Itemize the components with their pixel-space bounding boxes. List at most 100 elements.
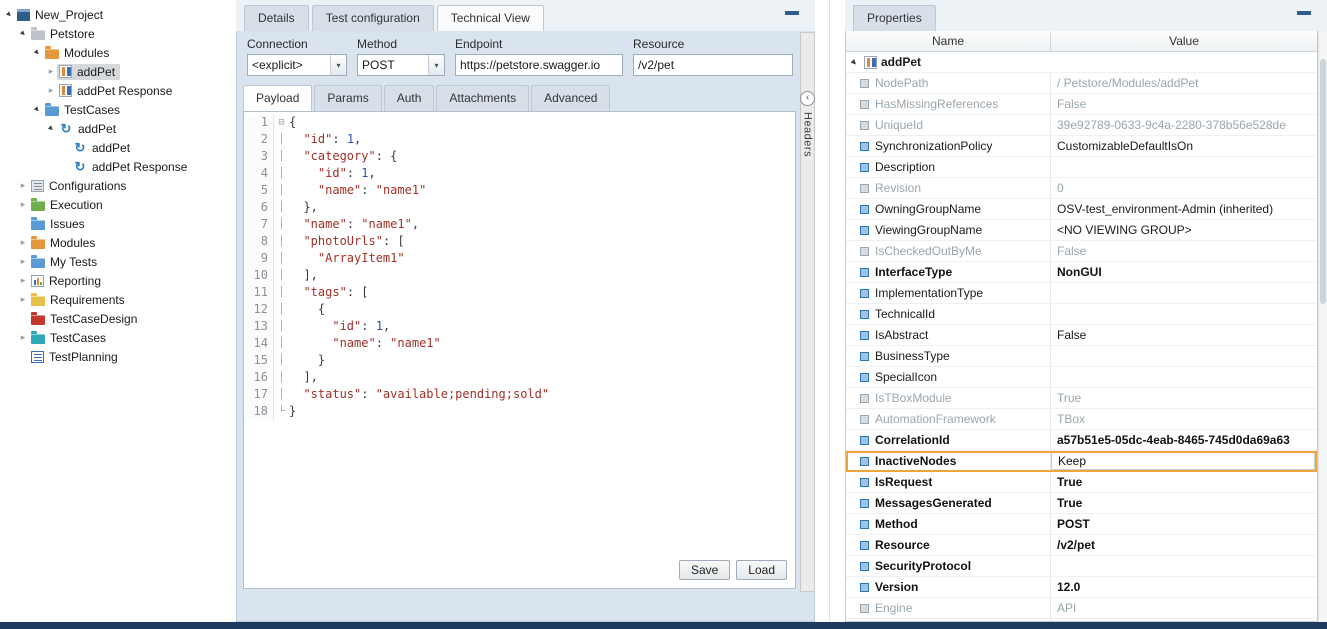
property-row-isabstract[interactable]: IsAbstractFalse	[846, 325, 1317, 346]
fold-collapse-icon[interactable]: ⊟	[274, 114, 289, 131]
tree-item-content[interactable]: TestCases	[29, 330, 111, 346]
tree-item-content[interactable]: Execution	[29, 197, 108, 213]
expander-collapsed-icon[interactable]	[45, 81, 57, 100]
property-value-cell[interactable]	[1051, 346, 1317, 366]
dropdown-arrow-icon[interactable]: ▾	[330, 55, 346, 75]
property-value-cell[interactable]: POST	[1051, 514, 1317, 534]
tree-item-content[interactable]: My Tests	[29, 254, 102, 270]
property-row-owninggroupname[interactable]: OwningGroupNameOSV-test_environment-Admi…	[846, 199, 1317, 220]
property-row-viewinggroupname[interactable]: ViewingGroupName<NO VIEWING GROUP>	[846, 220, 1317, 241]
subtab-attachments[interactable]: Attachments	[436, 85, 529, 111]
tree-item-my-tests[interactable]: My Tests	[0, 252, 228, 271]
tab-test-configuration[interactable]: Test configuration	[312, 5, 434, 31]
property-row-correlationid[interactable]: CorrelationIda57b51e5-05dc-4eab-8465-745…	[846, 430, 1317, 451]
tree-item-testplanning[interactable]: TestPlanning	[0, 347, 228, 366]
property-value-cell[interactable]: / Petstore/Modules/addPet	[1051, 73, 1317, 93]
column-header-name[interactable]: Name	[846, 31, 1051, 51]
subtab-auth[interactable]: Auth	[384, 85, 435, 111]
property-value-cell[interactable]	[1051, 367, 1317, 387]
tree-item-content[interactable]: TestCaseDesign	[29, 311, 142, 327]
property-row-implementationtype[interactable]: ImplementationType	[846, 283, 1317, 304]
tab-properties[interactable]: Properties	[853, 5, 936, 31]
property-row-businesstype[interactable]: BusinessType	[846, 346, 1317, 367]
property-value-cell[interactable]: 0	[1051, 178, 1317, 198]
property-value-cell[interactable]	[1051, 556, 1317, 576]
expander-collapsed-icon[interactable]	[17, 233, 29, 252]
tree-item-addpet[interactable]: addPet	[0, 62, 228, 81]
property-row-revision[interactable]: Revision0	[846, 178, 1317, 199]
tree-item-modules[interactable]: Modules	[0, 43, 228, 62]
tree-item-content[interactable]: Reporting	[29, 273, 106, 289]
property-value-cell[interactable]	[1051, 304, 1317, 324]
property-value-cell[interactable]: True	[1051, 472, 1317, 492]
tree-item-content[interactable]: Requirements	[29, 292, 130, 308]
load-button[interactable]: Load	[736, 560, 787, 580]
tree-item-content[interactable]: Modules	[29, 235, 100, 251]
expander-expanded-icon[interactable]	[848, 53, 860, 72]
property-value-cell[interactable]: False	[1051, 94, 1317, 114]
property-row-securityprotocol[interactable]: SecurityProtocol	[846, 556, 1317, 577]
property-row-specialicon[interactable]: SpecialIcon	[846, 367, 1317, 388]
expander-collapsed-icon[interactable]	[17, 252, 29, 271]
headers-side-tab[interactable]: ‹ Headers	[800, 32, 815, 592]
tree-item-execution[interactable]: Execution	[0, 195, 228, 214]
expander-collapsed-icon[interactable]	[45, 62, 57, 81]
property-value-cell[interactable]	[1051, 157, 1317, 177]
tree-item-content[interactable]: Modules	[43, 45, 114, 61]
tree-item-addpet[interactable]: addPet	[0, 119, 228, 138]
subtab-payload[interactable]: Payload	[243, 85, 312, 111]
expander-expanded-icon[interactable]	[31, 43, 43, 62]
property-value-cell[interactable]: False	[1051, 241, 1317, 261]
properties-scrollbar[interactable]	[1318, 31, 1327, 622]
tree-item-content[interactable]: addPet Response	[57, 83, 177, 99]
property-value-cell[interactable]: 39e92789-0633-9c4a-2280-378b56e528de	[1051, 115, 1317, 135]
property-row-uniqueid[interactable]: UniqueId39e92789-0633-9c4a-2280-378b56e5…	[846, 115, 1317, 136]
minimize-panel-icon[interactable]	[785, 11, 799, 15]
expander-expanded-icon[interactable]	[31, 100, 43, 119]
tree-item-petstore[interactable]: Petstore	[0, 24, 228, 43]
property-value-cell[interactable]: 12.0	[1051, 577, 1317, 597]
tree-item-content[interactable]: New_Project	[15, 7, 108, 23]
expander-collapsed-icon[interactable]	[17, 290, 29, 309]
expander-expanded-icon[interactable]	[3, 5, 15, 24]
resource-input[interactable]: /v2/pet	[633, 54, 793, 76]
expand-headers-icon[interactable]: ‹	[800, 91, 815, 106]
tree-item-testcasedesign[interactable]: TestCaseDesign	[0, 309, 228, 328]
property-value-cell[interactable]: /v2/pet	[1051, 535, 1317, 555]
tree-item-content[interactable]: TestCases	[43, 102, 125, 118]
tree-item-content[interactable]: Petstore	[29, 26, 100, 42]
property-value-cell[interactable]: Keep	[1051, 452, 1315, 470]
property-value-cell[interactable]: ApiExecutor	[1051, 619, 1317, 622]
scrollbar-thumb[interactable]	[1320, 59, 1326, 304]
property-row-resource[interactable]: Resource/v2/pet	[846, 535, 1317, 556]
property-value-cell[interactable]: API	[1051, 598, 1317, 618]
tree-item-addpet-response[interactable]: addPet Response	[0, 157, 228, 176]
property-value-cell[interactable]: a57b51e5-05dc-4eab-8465-745d0da69a63	[1051, 430, 1317, 450]
tree-item-content[interactable]: addPet	[57, 120, 121, 137]
endpoint-input[interactable]: https://petstore.swagger.io	[455, 54, 623, 76]
expander-collapsed-icon[interactable]	[17, 195, 29, 214]
tree-item-testcases[interactable]: TestCases	[0, 328, 228, 347]
property-row-method[interactable]: MethodPOST	[846, 514, 1317, 535]
dropdown-arrow-icon[interactable]: ▾	[428, 55, 444, 75]
property-value-cell[interactable]: <NO VIEWING GROUP>	[1051, 220, 1317, 240]
property-row-isrequest[interactable]: IsRequestTrue	[846, 472, 1317, 493]
tree-item-content[interactable]: addPet Response	[71, 158, 192, 175]
property-value-cell[interactable]: False	[1051, 325, 1317, 345]
tree-item-content[interactable]: addPet	[57, 64, 120, 80]
properties-splitter[interactable]	[815, 0, 845, 622]
expander-expanded-icon[interactable]	[45, 119, 57, 138]
tree-item-content[interactable]: Configurations	[29, 178, 131, 194]
minimize-panel-icon[interactable]	[1297, 11, 1311, 15]
property-value-cell[interactable]: TBox	[1051, 409, 1317, 429]
tab-technical-view[interactable]: Technical View	[437, 5, 544, 31]
property-row-inactivenodes[interactable]: InactiveNodesKeep	[846, 451, 1317, 472]
property-value-cell[interactable]: NonGUI	[1051, 262, 1317, 282]
save-button[interactable]: Save	[679, 560, 730, 580]
property-row-description[interactable]: Description	[846, 157, 1317, 178]
expander-collapsed-icon[interactable]	[17, 176, 29, 195]
property-value-cell[interactable]: True	[1051, 493, 1317, 513]
property-row-ischeckedoutbyme[interactable]: IsCheckedOutByMeFalse	[846, 241, 1317, 262]
property-value-cell[interactable]: True	[1051, 388, 1317, 408]
property-row-nodepath[interactable]: NodePath/ Petstore/Modules/addPet	[846, 73, 1317, 94]
